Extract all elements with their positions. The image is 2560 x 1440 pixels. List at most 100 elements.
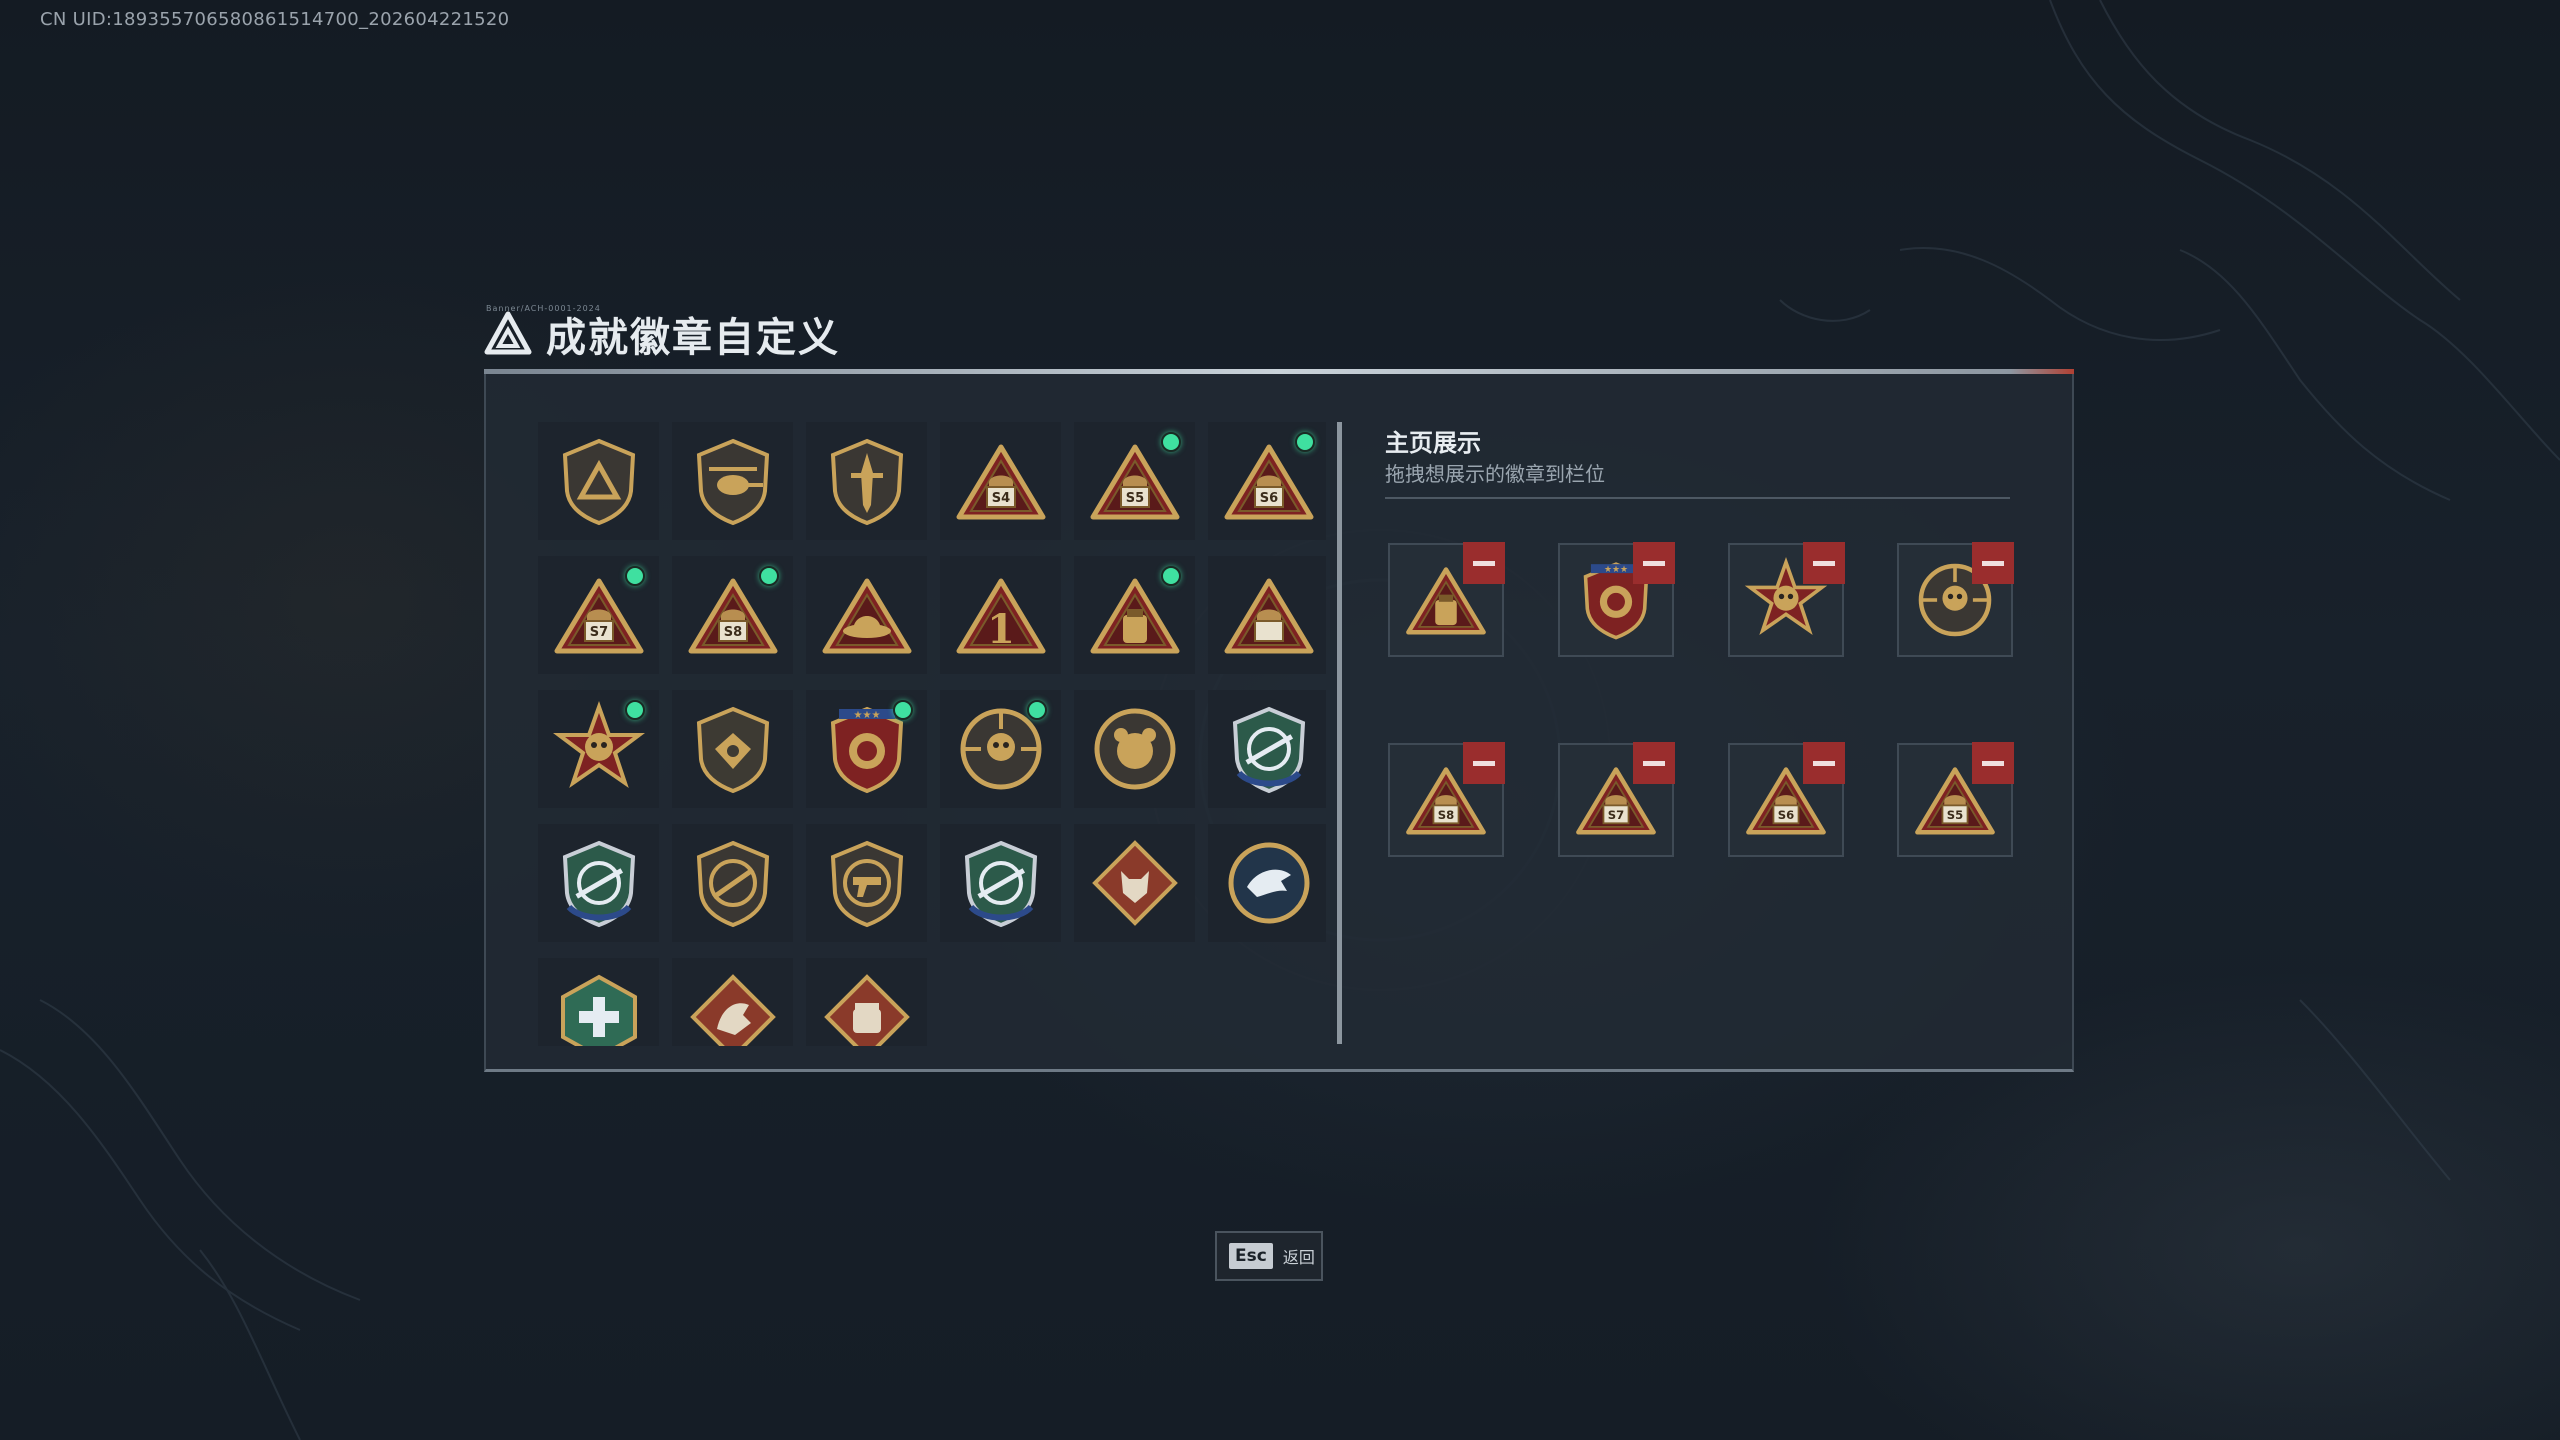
badge-slot-helicopter-shield[interactable] <box>672 422 793 540</box>
bear-round-icon <box>1094 708 1175 790</box>
badge-slot-s6-pyramid[interactable]: S6 <box>1208 422 1326 540</box>
showcase-slot-5[interactable]: S8 <box>1388 742 1505 857</box>
badge-slot-medic-hex[interactable] <box>538 958 659 1046</box>
page-title: 成就徽章自定义 <box>546 315 840 361</box>
helicopter-shield-icon <box>696 438 769 526</box>
svg-text:S7: S7 <box>589 625 607 640</box>
badge-slot-wolf-diamond[interactable] <box>1074 824 1195 942</box>
badge-slot-dagger-shield[interactable] <box>806 422 927 540</box>
badge-slot-rifle-shield[interactable] <box>672 824 793 942</box>
blue-sniper-shield-icon <box>1232 706 1305 794</box>
minus-icon <box>1813 560 1835 566</box>
svg-text:S6: S6 <box>1778 808 1794 822</box>
showcase-slot-7[interactable]: S6 <box>1728 742 1845 857</box>
svg-text:S6: S6 <box>1259 491 1277 506</box>
new-badge-indicator <box>1027 700 1047 720</box>
new-badge-indicator <box>625 566 645 586</box>
wolf-diamond-icon <box>1091 840 1178 926</box>
badge-slot-s4-pyramid[interactable]: S4 <box>940 422 1061 540</box>
badge-slot-rank-one-pyramid[interactable]: 1 <box>940 556 1061 674</box>
user-uid-watermark: CN UID:189355706580861514700_20260422152… <box>40 9 510 30</box>
remove-badge-button[interactable] <box>1803 742 1845 784</box>
badge-slot-pistol-shield[interactable] <box>806 824 927 942</box>
badge-slot-s8-pyramid[interactable]: S8 <box>672 556 793 674</box>
hat-pyramid-icon <box>822 578 911 654</box>
badge-slot-delta-shield[interactable] <box>538 422 659 540</box>
svg-text:S5: S5 <box>1947 808 1963 822</box>
badge-slot-star-skull-medal[interactable] <box>538 690 659 808</box>
showcase-slot-6[interactable]: S7 <box>1558 742 1675 857</box>
new-badge-indicator <box>1161 566 1181 586</box>
esc-key-hint: Esc <box>1229 1243 1273 1269</box>
svg-text:S8: S8 <box>723 625 741 640</box>
badge-inventory-grid: S4 S5 S6 S7 S8 1 ★★★ <box>538 422 1326 1046</box>
minus-icon <box>1643 760 1665 766</box>
new-badge-indicator <box>759 566 779 586</box>
minus-icon <box>1813 760 1835 766</box>
minus-icon <box>1643 560 1665 566</box>
soldier-pyramid-icon <box>1224 578 1313 654</box>
badge-slot-dragon-diamond[interactable] <box>672 958 793 1046</box>
blue-crosshair-shield-icon <box>964 840 1037 928</box>
page-header: 成就徽章自定义 <box>484 304 840 364</box>
new-badge-indicator <box>893 700 913 720</box>
svg-text:S5: S5 <box>1125 491 1143 506</box>
showcase-subtitle: 拖拽想展示的徽章到栏位 <box>1385 462 1605 486</box>
minus-icon <box>1982 560 2004 566</box>
badge-slot-backpack-pyramid[interactable] <box>1074 556 1195 674</box>
showcase-slot-1[interactable] <box>1388 542 1505 657</box>
svg-text:★★★: ★★★ <box>853 710 880 721</box>
new-badge-indicator <box>625 700 645 720</box>
back-button[interactable]: Esc 返回 <box>1215 1231 1323 1281</box>
badge-slot-blue-rifle-shield[interactable] <box>538 824 659 942</box>
medic-hex-icon <box>560 974 637 1046</box>
showcase-slot-2[interactable]: ★★★ <box>1558 542 1675 657</box>
back-label: 返回 <box>1282 1248 1315 1267</box>
badge-slot-blue-sniper-shield[interactable] <box>1208 690 1326 808</box>
minus-icon <box>1982 760 2004 766</box>
remove-badge-button[interactable] <box>1972 742 2014 784</box>
new-badge-indicator <box>1295 432 1315 452</box>
svg-text:S4: S4 <box>991 491 1009 506</box>
s4-pyramid-icon: S4 <box>956 444 1045 520</box>
badge-slot-blue-crosshair-shield[interactable] <box>940 824 1061 942</box>
showcase-slot-3[interactable] <box>1728 542 1845 657</box>
badge-slot-bear-round[interactable] <box>1074 690 1195 808</box>
wings-shield-icon <box>696 706 769 794</box>
badge-slot-wings-shield[interactable] <box>672 690 793 808</box>
badge-slot-soldier-pyramid[interactable] <box>1208 556 1326 674</box>
badge-slot-s5-pyramid[interactable]: S5 <box>1074 422 1195 540</box>
delta-shield-icon <box>562 438 635 526</box>
badge-grid-scrollbar[interactable] <box>1337 422 1342 1044</box>
showcase-slot-8[interactable]: S5 <box>1897 742 2014 857</box>
showcase-slot-4[interactable] <box>1897 542 2014 657</box>
badge-slot-eagle-round[interactable] <box>1208 824 1326 942</box>
remove-badge-button[interactable] <box>1972 542 2014 584</box>
blue-rifle-shield-icon <box>562 840 635 928</box>
badge-slot-fist-diamond[interactable] <box>806 958 927 1046</box>
remove-badge-button[interactable] <box>1633 542 1675 584</box>
minus-icon <box>1473 560 1495 566</box>
new-badge-indicator <box>1161 432 1181 452</box>
remove-badge-button[interactable] <box>1463 742 1505 784</box>
dragon-diamond-icon <box>689 974 776 1046</box>
fist-diamond-icon <box>823 974 910 1046</box>
svg-text:S7: S7 <box>1608 808 1624 822</box>
svg-text:S8: S8 <box>1438 808 1454 822</box>
remove-badge-button[interactable] <box>1803 542 1845 584</box>
badge-slot-s7-pyramid[interactable]: S7 <box>538 556 659 674</box>
dagger-shield-icon <box>830 438 903 526</box>
badge-slot-skull-crosshair[interactable] <box>940 690 1061 808</box>
svg-text:★★★: ★★★ <box>1604 565 1628 575</box>
svg-text:1: 1 <box>987 606 1015 653</box>
showcase-title: 主页展示 <box>1385 429 1481 457</box>
rifle-shield-icon <box>696 840 769 928</box>
badge-slot-hat-pyramid[interactable] <box>806 556 927 674</box>
rank-one-pyramid-icon: 1 <box>956 578 1045 654</box>
remove-badge-button[interactable] <box>1463 542 1505 584</box>
badge-slot-red-crest-medal[interactable]: ★★★ <box>806 690 927 808</box>
showcase-divider <box>1385 497 2010 499</box>
remove-badge-button[interactable] <box>1633 742 1675 784</box>
minus-icon <box>1473 760 1495 766</box>
pistol-shield-icon <box>830 840 903 928</box>
